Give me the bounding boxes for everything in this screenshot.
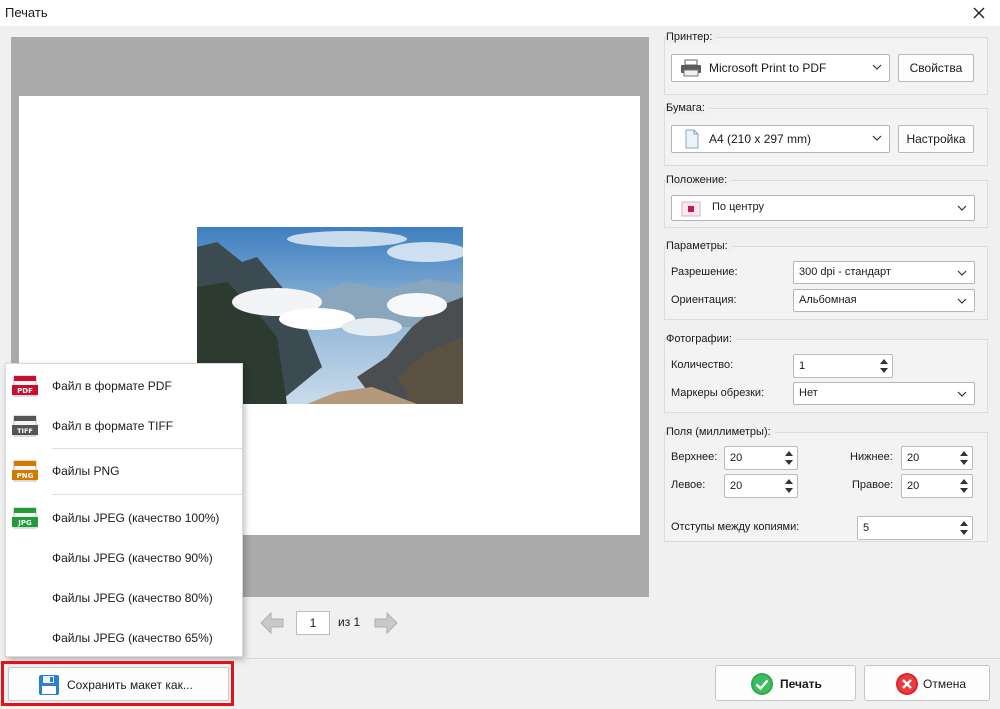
position-select[interactable]: По центру bbox=[671, 195, 975, 221]
right-margin-value: 20 bbox=[907, 480, 920, 492]
spin-arrows-icon[interactable] bbox=[959, 519, 969, 537]
paper-value: A4 (210 x 297 mm) bbox=[709, 132, 812, 146]
printer-select[interactable]: Microsoft Print to PDF bbox=[671, 54, 890, 82]
window-title: Печать bbox=[5, 5, 48, 20]
save-layout-label: Сохранить макет как... bbox=[67, 678, 193, 692]
margins-group-title: Поля (миллиметры): bbox=[666, 426, 775, 438]
tiff-file-icon: TIFF bbox=[12, 415, 38, 437]
printer-icon bbox=[681, 59, 701, 77]
cancel-button[interactable]: Отмена bbox=[864, 665, 990, 701]
copy-gap-label: Отступы между копиями: bbox=[671, 521, 800, 533]
arrow-right-icon[interactable] bbox=[372, 609, 400, 637]
printer-properties-button[interactable]: Свойства bbox=[898, 54, 974, 82]
chevron-down-icon bbox=[957, 391, 967, 397]
menu-item-label: Файлы JPEG (качество 65%) bbox=[52, 631, 213, 645]
menu-item-label: Файлы PNG bbox=[52, 464, 120, 478]
menu-item-jpeg-90[interactable]: Файлы JPEG (качество 90%) bbox=[6, 541, 242, 575]
printer-value: Microsoft Print to PDF bbox=[709, 61, 827, 75]
png-file-icon: PNG bbox=[12, 460, 38, 482]
print-button[interactable]: Печать bbox=[715, 665, 856, 701]
pdf-file-icon: PDF bbox=[12, 375, 38, 397]
footer-divider bbox=[242, 658, 1000, 659]
page-number-input[interactable]: 1 bbox=[296, 611, 330, 635]
menu-separator bbox=[52, 448, 242, 449]
spin-arrows-icon[interactable] bbox=[784, 477, 794, 495]
print-label: Печать bbox=[780, 677, 822, 691]
left-margin-value: 20 bbox=[730, 480, 743, 492]
orientation-value: Альбомная bbox=[799, 294, 857, 306]
menu-item-label: Файл в формате TIFF bbox=[52, 419, 174, 433]
left-margin-label: Левое: bbox=[671, 479, 706, 491]
jpg-file-icon: JPG bbox=[12, 507, 38, 529]
right-margin-label: Правое: bbox=[852, 479, 894, 491]
close-icon[interactable] bbox=[968, 2, 990, 24]
chevron-down-icon bbox=[957, 298, 967, 304]
svg-text:JPG: JPG bbox=[17, 519, 32, 527]
floppy-disk-icon bbox=[39, 675, 59, 695]
position-value: По центру bbox=[712, 201, 764, 213]
photos-group-title: Фотографии: bbox=[666, 333, 736, 345]
svg-text:TIFF: TIFF bbox=[17, 427, 33, 435]
menu-item-jpeg-100[interactable]: JPG Файлы JPEG (качество 100%) bbox=[6, 501, 242, 535]
paper-setup-button[interactable]: Настройка bbox=[898, 125, 974, 153]
position-icon bbox=[681, 201, 701, 217]
arrow-left-icon[interactable] bbox=[258, 609, 286, 637]
save-as-menu: PDF Файл в формате PDF TIFF Файл в форма… bbox=[5, 363, 243, 657]
crop-marks-select[interactable]: Нет bbox=[793, 382, 975, 405]
top-margin-label: Верхнее: bbox=[671, 451, 718, 463]
chevron-down-icon bbox=[872, 135, 882, 141]
copy-gap-value: 5 bbox=[863, 522, 870, 534]
paper-icon bbox=[685, 129, 699, 149]
menu-item-label: Файл в формате PDF bbox=[52, 379, 172, 393]
bottom-margin-value: 20 bbox=[907, 452, 920, 464]
top-margin-value: 20 bbox=[730, 452, 743, 464]
crop-marks-value: Нет bbox=[799, 387, 818, 399]
spin-arrows-icon[interactable] bbox=[784, 449, 794, 467]
count-value: 1 bbox=[799, 360, 806, 372]
menu-item-jpeg-80[interactable]: Файлы JPEG (качество 80%) bbox=[6, 581, 242, 615]
orientation-label: Ориентация: bbox=[671, 294, 737, 306]
menu-item-jpeg-65[interactable]: Файлы JPEG (качество 65%) bbox=[6, 621, 242, 655]
check-circle-icon bbox=[751, 673, 773, 695]
resolution-label: Разрешение: bbox=[671, 266, 738, 278]
count-stepper[interactable]: 1 bbox=[793, 354, 893, 378]
chevron-down-icon bbox=[872, 64, 882, 70]
count-label: Количество: bbox=[671, 359, 734, 371]
page-count-label: из 1 bbox=[338, 615, 361, 629]
paper-group-title: Бумага: bbox=[666, 102, 709, 114]
crop-marks-label: Маркеры обрезки: bbox=[671, 387, 765, 399]
spin-arrows-icon[interactable] bbox=[879, 357, 889, 375]
menu-item-png[interactable]: PNG Файлы PNG bbox=[6, 454, 242, 488]
menu-item-label: Файлы JPEG (качество 100%) bbox=[52, 511, 220, 525]
top-margin-stepper[interactable]: 20 bbox=[724, 446, 798, 470]
printer-group-title: Принтер: bbox=[666, 31, 717, 43]
bottom-margin-stepper[interactable]: 20 bbox=[901, 446, 973, 470]
save-layout-button[interactable]: Сохранить макет как... bbox=[8, 667, 229, 701]
menu-separator bbox=[52, 494, 242, 495]
menu-item-tiff[interactable]: TIFF Файл в формате TIFF bbox=[6, 409, 242, 443]
spin-arrows-icon[interactable] bbox=[959, 449, 969, 467]
svg-text:PNG: PNG bbox=[17, 472, 34, 480]
menu-item-label: Файлы JPEG (качество 80%) bbox=[52, 591, 213, 605]
menu-item-label: Файлы JPEG (качество 90%) bbox=[52, 551, 213, 565]
left-margin-stepper[interactable]: 20 bbox=[724, 474, 798, 498]
cancel-circle-icon bbox=[896, 673, 918, 695]
resolution-select[interactable]: 300 dpi - стандарт bbox=[793, 261, 975, 284]
spin-arrows-icon[interactable] bbox=[959, 477, 969, 495]
position-group-title: Положение: bbox=[666, 174, 732, 186]
orientation-select[interactable]: Альбомная bbox=[793, 289, 975, 312]
svg-text:PDF: PDF bbox=[17, 387, 33, 395]
chevron-down-icon bbox=[957, 205, 967, 211]
resolution-value: 300 dpi - стандарт bbox=[799, 266, 891, 278]
bottom-margin-label: Нижнее: bbox=[850, 451, 893, 463]
cancel-label: Отмена bbox=[923, 677, 967, 691]
right-margin-stepper[interactable]: 20 bbox=[901, 474, 973, 498]
paper-select[interactable]: A4 (210 x 297 mm) bbox=[671, 125, 890, 153]
copy-gap-stepper[interactable]: 5 bbox=[857, 516, 973, 540]
title-bar: Печать bbox=[0, 0, 1000, 26]
menu-item-pdf[interactable]: PDF Файл в формате PDF bbox=[6, 369, 242, 403]
parameters-group-title: Параметры: bbox=[666, 240, 732, 252]
chevron-down-icon bbox=[957, 270, 967, 276]
